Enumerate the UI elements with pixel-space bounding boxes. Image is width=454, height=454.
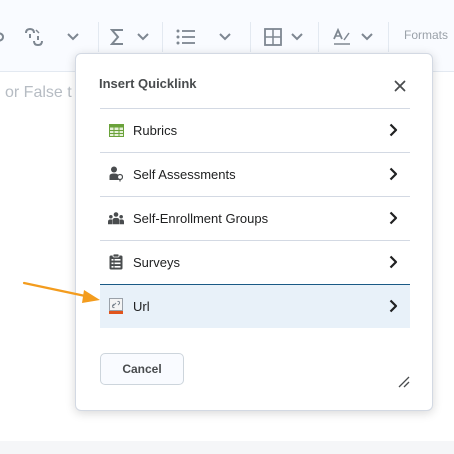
annotation-arrow-icon <box>22 281 100 303</box>
survey-clipboard-icon <box>108 254 124 270</box>
list-item-label: Rubrics <box>133 123 178 138</box>
rubrics-grid-icon <box>108 122 124 138</box>
link-icon[interactable] <box>0 26 6 48</box>
insert-quicklink-dialog: Insert Quicklink Rubrics Self Assessment… <box>75 53 433 411</box>
chevron-right-icon <box>386 166 400 182</box>
groups-icon <box>108 210 124 226</box>
toolbar-divider <box>162 22 163 52</box>
list-icon[interactable] <box>176 26 196 48</box>
toolbar-divider <box>388 22 389 52</box>
page: Formats or False t Insert Quicklink Rubr… <box>0 0 454 454</box>
spellcheck-icon[interactable] <box>332 26 352 48</box>
list-item-rubrics[interactable]: Rubrics <box>100 108 410 152</box>
cancel-button[interactable]: Cancel <box>100 353 184 385</box>
editor-placeholder-text: or False t <box>5 84 72 101</box>
list-item-surveys[interactable]: Surveys <box>100 240 410 284</box>
list-item-label: Self-Enrollment Groups <box>133 211 269 226</box>
chevron-down-icon[interactable] <box>136 26 150 48</box>
list-item-url[interactable]: Url <box>100 284 410 328</box>
editor-bottom-bar <box>0 441 454 454</box>
resize-handle-icon[interactable] <box>396 374 410 388</box>
dialog-title: Insert Quicklink <box>99 76 197 91</box>
chevron-down-icon[interactable] <box>218 26 232 48</box>
url-link-icon <box>108 298 124 314</box>
toolbar-divider <box>318 22 319 52</box>
list-item-label: Surveys <box>133 255 180 270</box>
chevron-right-icon <box>386 210 400 226</box>
chevron-down-icon[interactable] <box>66 26 80 48</box>
toolbar-divider <box>98 22 99 52</box>
formats-dropdown[interactable]: Formats <box>404 28 448 42</box>
table-icon[interactable] <box>264 26 282 48</box>
quicklink-list: Rubrics Self Assessments Self-Enrollment… <box>100 108 410 328</box>
chevron-down-icon[interactable] <box>290 26 304 48</box>
list-item-self-assessments[interactable]: Self Assessments <box>100 152 410 196</box>
close-button[interactable] <box>390 76 410 96</box>
toolbar-divider <box>250 22 251 52</box>
list-item-self-enrollment-groups[interactable]: Self-Enrollment Groups <box>100 196 410 240</box>
sigma-icon[interactable] <box>110 26 124 48</box>
close-icon <box>394 80 406 92</box>
list-item-label: Self Assessments <box>133 167 236 182</box>
chevron-right-icon <box>386 254 400 270</box>
self-assessment-icon <box>108 166 124 182</box>
chevron-down-icon[interactable] <box>360 26 374 48</box>
chevron-right-icon <box>386 298 400 314</box>
chevron-right-icon <box>386 122 400 138</box>
list-item-label: Url <box>133 299 150 314</box>
unlink-icon[interactable] <box>24 26 44 48</box>
